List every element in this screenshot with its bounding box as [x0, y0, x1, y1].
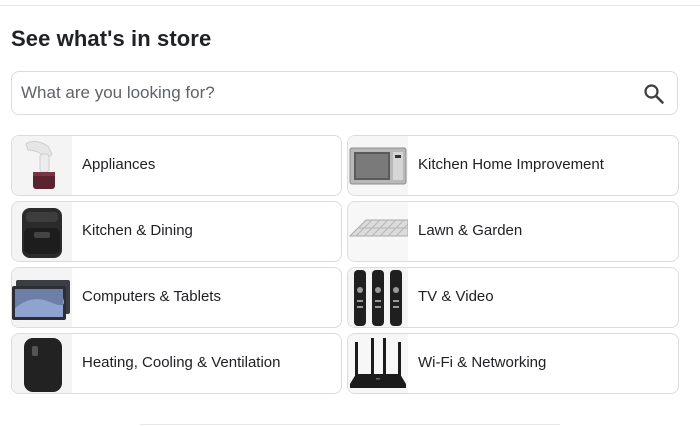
category-card-wifi-and-networking[interactable]: Wi-Fi & Networking: [347, 333, 679, 394]
category-grid: Appliances Kitchen Home Improvement Kitc…: [11, 135, 680, 394]
category-card-tv-and-video[interactable]: TV & Video: [347, 267, 679, 328]
microwave-image: [348, 136, 408, 195]
category-card-computers-and-tablets[interactable]: Computers & Tablets: [11, 267, 342, 328]
category-card-appliances[interactable]: Appliances: [11, 135, 342, 196]
category-card-kitchen-and-dining[interactable]: Kitchen & Dining: [11, 201, 342, 262]
category-label: Kitchen Home Improvement: [418, 156, 604, 173]
category-label: Computers & Tablets: [82, 288, 221, 305]
category-label: Lawn & Garden: [418, 222, 523, 239]
search-bar[interactable]: [11, 71, 678, 115]
bottom-divider: [140, 424, 560, 425]
top-divider: [0, 5, 700, 6]
category-label: Wi-Fi & Networking: [418, 354, 547, 371]
category-label: Kitchen & Dining: [82, 222, 193, 239]
category-label: Appliances: [82, 156, 156, 173]
category-card-lawn-and-garden[interactable]: Lawn & Garden: [347, 201, 679, 262]
wifi-router-image: [348, 334, 408, 393]
air-fryer-image: [12, 202, 72, 261]
category-card-heating-cooling-ventilation[interactable]: Heating, Cooling & Ventilation: [11, 333, 342, 394]
heater-image: [12, 334, 72, 393]
remote-controls-image: [348, 268, 408, 327]
category-label: Heating, Cooling & Ventilation: [82, 354, 281, 371]
section-title: See what's in store: [11, 26, 212, 51]
garment-steamer-image: [12, 136, 72, 195]
category-label: TV & Video: [418, 288, 494, 305]
tablet-image: [12, 268, 72, 327]
category-card-kitchen-home-improvement[interactable]: Kitchen Home Improvement: [347, 135, 679, 196]
wire-shelf-image: [348, 202, 408, 261]
search-icon[interactable]: [643, 83, 665, 105]
search-input[interactable]: [21, 72, 621, 114]
